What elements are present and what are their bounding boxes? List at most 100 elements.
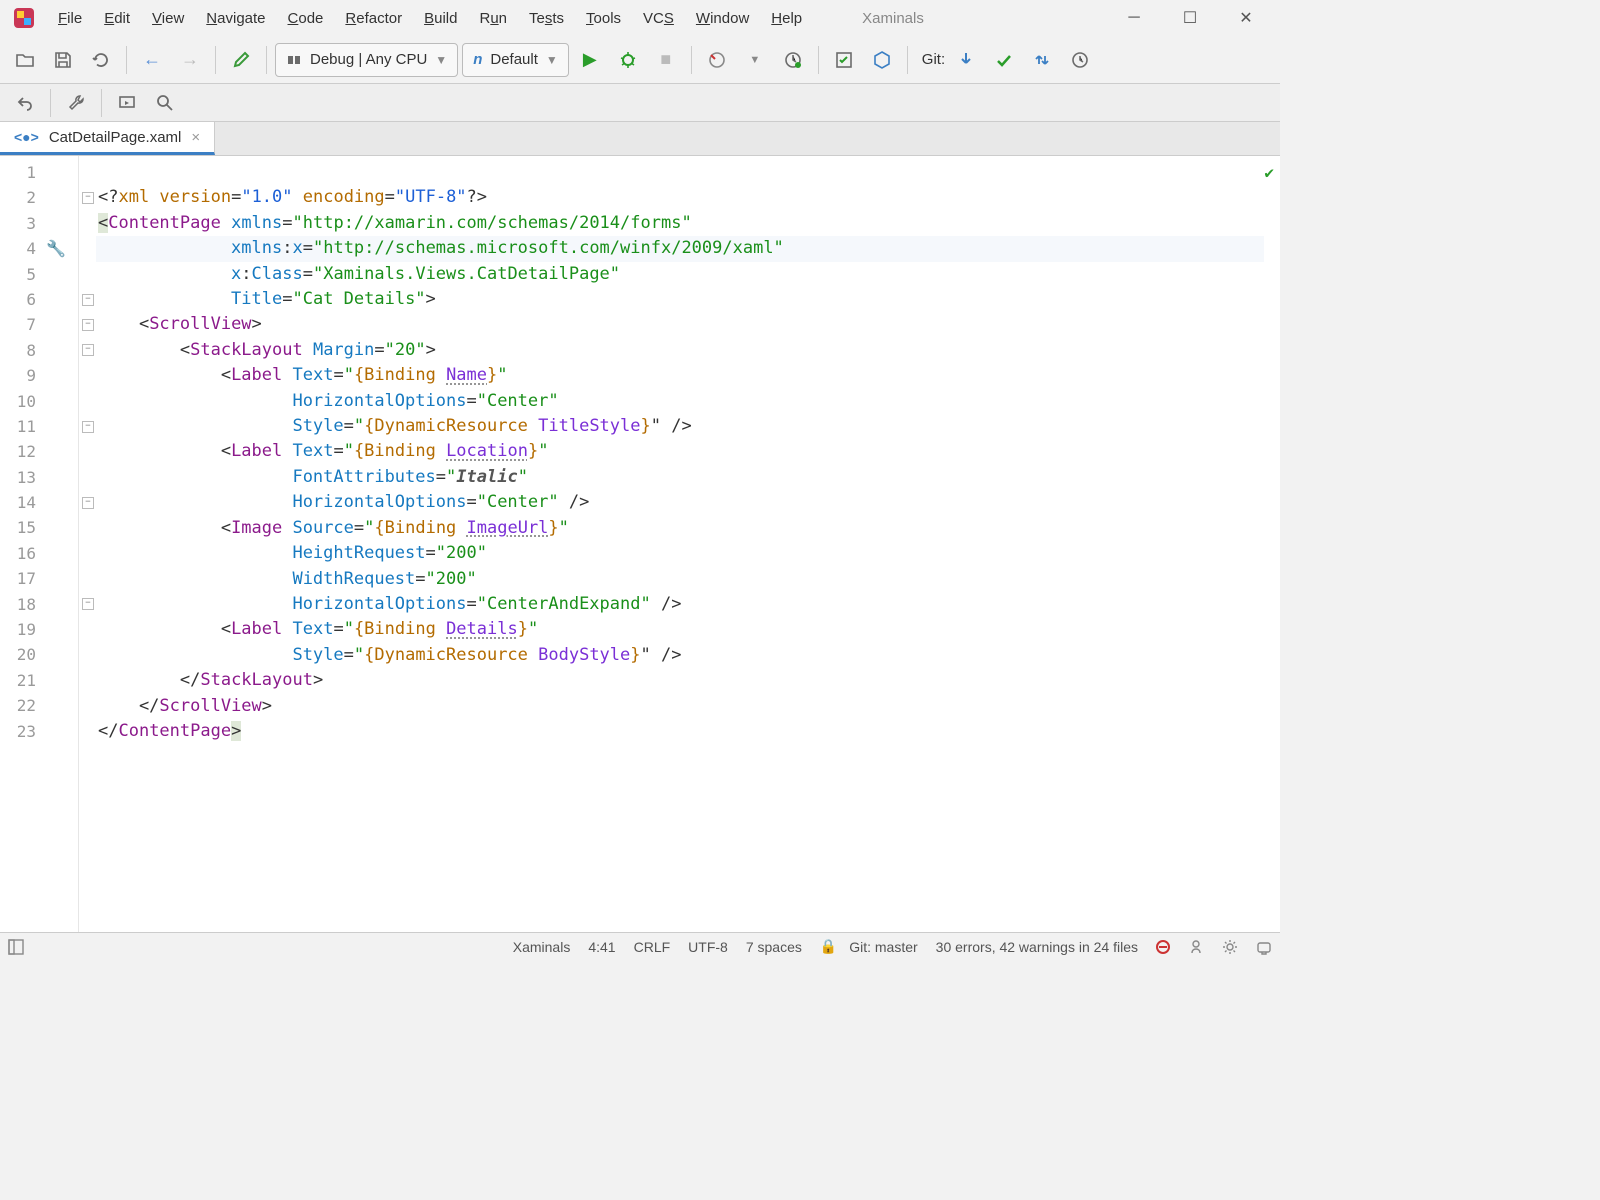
status-branch[interactable]: 🔒 Git: master (820, 938, 918, 955)
tool-window-icon[interactable] (8, 939, 24, 955)
configuration-dropdown[interactable]: Debug | Any CPU ▼ (275, 43, 458, 77)
settings-small-icon (286, 52, 302, 68)
line-number: 5 (0, 262, 96, 287)
fold-icon[interactable]: − (82, 294, 94, 306)
separator (266, 46, 267, 74)
configuration-label: Debug | Any CPU (310, 51, 427, 68)
app-logo-icon (10, 4, 38, 32)
refresh-icon[interactable] (84, 43, 118, 77)
status-settings-icon[interactable] (1222, 939, 1238, 955)
line-number: 7− (0, 312, 96, 337)
separator (101, 89, 102, 117)
tab-label: CatDetailPage.xaml (49, 129, 182, 146)
tab-bar: <●> CatDetailPage.xaml × (0, 122, 1280, 156)
profile-icon[interactable] (700, 43, 734, 77)
presentation-icon[interactable] (110, 86, 144, 120)
menu-navigate[interactable]: Navigate (196, 6, 275, 31)
status-stop-icon[interactable] (1156, 940, 1170, 954)
forward-icon[interactable]: → (173, 43, 207, 77)
status-notifications-icon[interactable] (1256, 939, 1272, 955)
open-icon[interactable] (8, 43, 42, 77)
line-number: 18− (0, 592, 96, 617)
git-push-icon[interactable] (1025, 43, 1059, 77)
target-label: Default (490, 51, 538, 68)
menu-window[interactable]: Window (686, 6, 759, 31)
target-dropdown[interactable]: n Default ▼ (462, 43, 569, 77)
tab-catdetailpage[interactable]: <●> CatDetailPage.xaml × (0, 122, 215, 155)
line-gutter: 1 2− 3 4🔧 5 6− 7− 8− 9 10 11− 12 13 14− … (0, 156, 96, 932)
unit-test-icon[interactable] (827, 43, 861, 77)
git-history-icon[interactable] (1063, 43, 1097, 77)
xaml-file-icon: <●> (14, 129, 39, 145)
line-number: 12 (0, 439, 96, 464)
title-bar: File Edit View Navigate Code Refactor Bu… (0, 0, 1280, 36)
separator (50, 89, 51, 117)
main-toolbar: ← → Debug | Any CPU ▼ n Default ▼ ▶ ■ ▼ … (0, 36, 1280, 84)
git-pull-icon[interactable] (949, 43, 983, 77)
line-number: 14− (0, 490, 96, 515)
separator (126, 46, 127, 74)
hammer-gutter-icon[interactable]: 🔧 (46, 236, 66, 261)
secondary-toolbar (0, 84, 1280, 122)
search-icon[interactable] (148, 86, 182, 120)
line-number: 19 (0, 617, 96, 642)
line-number: 2− (0, 185, 96, 210)
line-number: 15 (0, 515, 96, 540)
close-button[interactable]: ✕ (1232, 4, 1260, 32)
line-number: 17 (0, 566, 96, 591)
fold-icon[interactable]: − (82, 344, 94, 356)
window-title: Xaminals (862, 10, 924, 27)
line-number: 3 (0, 211, 96, 236)
separator (691, 46, 692, 74)
line-number: 20 (0, 642, 96, 667)
line-number: 13 (0, 465, 96, 490)
status-inspector-icon[interactable] (1188, 939, 1204, 955)
maximize-button[interactable]: ☐ (1176, 4, 1204, 32)
menu-vcs[interactable]: VCS (633, 6, 684, 31)
status-eol[interactable]: CRLF (634, 939, 671, 955)
status-errors[interactable]: 30 errors, 42 warnings in 24 files (936, 939, 1138, 955)
status-bar: Xaminals 4:41 CRLF UTF-8 7 spaces 🔒 Git:… (0, 932, 1280, 960)
run-icon[interactable]: ▶ (573, 43, 607, 77)
line-number: 10 (0, 389, 96, 414)
analysis-ok-icon[interactable]: ✔ (1264, 160, 1274, 185)
chevron-down-small-icon[interactable]: ▼ (738, 43, 772, 77)
debug-icon[interactable] (611, 43, 645, 77)
close-tab-icon[interactable]: × (191, 129, 200, 146)
menu-help[interactable]: Help (761, 6, 812, 31)
menu-build[interactable]: Build (414, 6, 467, 31)
line-number: 11− (0, 414, 96, 439)
minimize-button[interactable]: ─ (1120, 4, 1148, 32)
menu-tools[interactable]: Tools (576, 6, 631, 31)
status-project[interactable]: Xaminals (513, 939, 571, 955)
separator (818, 46, 819, 74)
menu-tests[interactable]: Tests (519, 6, 574, 31)
menu-edit[interactable]: Edit (94, 6, 140, 31)
code-area[interactable]: ✔<?xml version="1.0" encoding="UTF-8"?> … (96, 156, 1280, 932)
status-encoding[interactable]: UTF-8 (688, 939, 728, 955)
line-number: 16 (0, 541, 96, 566)
fold-icon[interactable]: − (82, 598, 94, 610)
wrench-icon[interactable] (59, 86, 93, 120)
build-icon[interactable] (224, 43, 258, 77)
stop-icon[interactable]: ■ (649, 43, 683, 77)
menu-refactor[interactable]: Refactor (335, 6, 412, 31)
fold-icon[interactable]: − (82, 421, 94, 433)
attach-icon[interactable] (776, 43, 810, 77)
nuget-icon[interactable] (865, 43, 899, 77)
git-commit-icon[interactable] (987, 43, 1021, 77)
status-indent[interactable]: 7 spaces (746, 939, 802, 955)
line-number: 23 (0, 719, 96, 744)
fold-icon[interactable]: − (82, 497, 94, 509)
line-number: 21 (0, 668, 96, 693)
save-icon[interactable] (46, 43, 80, 77)
undo-icon[interactable] (8, 86, 42, 120)
menu-view[interactable]: View (142, 6, 194, 31)
menu-file[interactable]: File (48, 6, 92, 31)
status-position[interactable]: 4:41 (588, 939, 615, 955)
menu-run[interactable]: Run (469, 6, 517, 31)
fold-icon[interactable]: − (82, 192, 94, 204)
back-icon[interactable]: ← (135, 43, 169, 77)
menu-code[interactable]: Code (278, 6, 334, 31)
fold-icon[interactable]: − (82, 319, 94, 331)
